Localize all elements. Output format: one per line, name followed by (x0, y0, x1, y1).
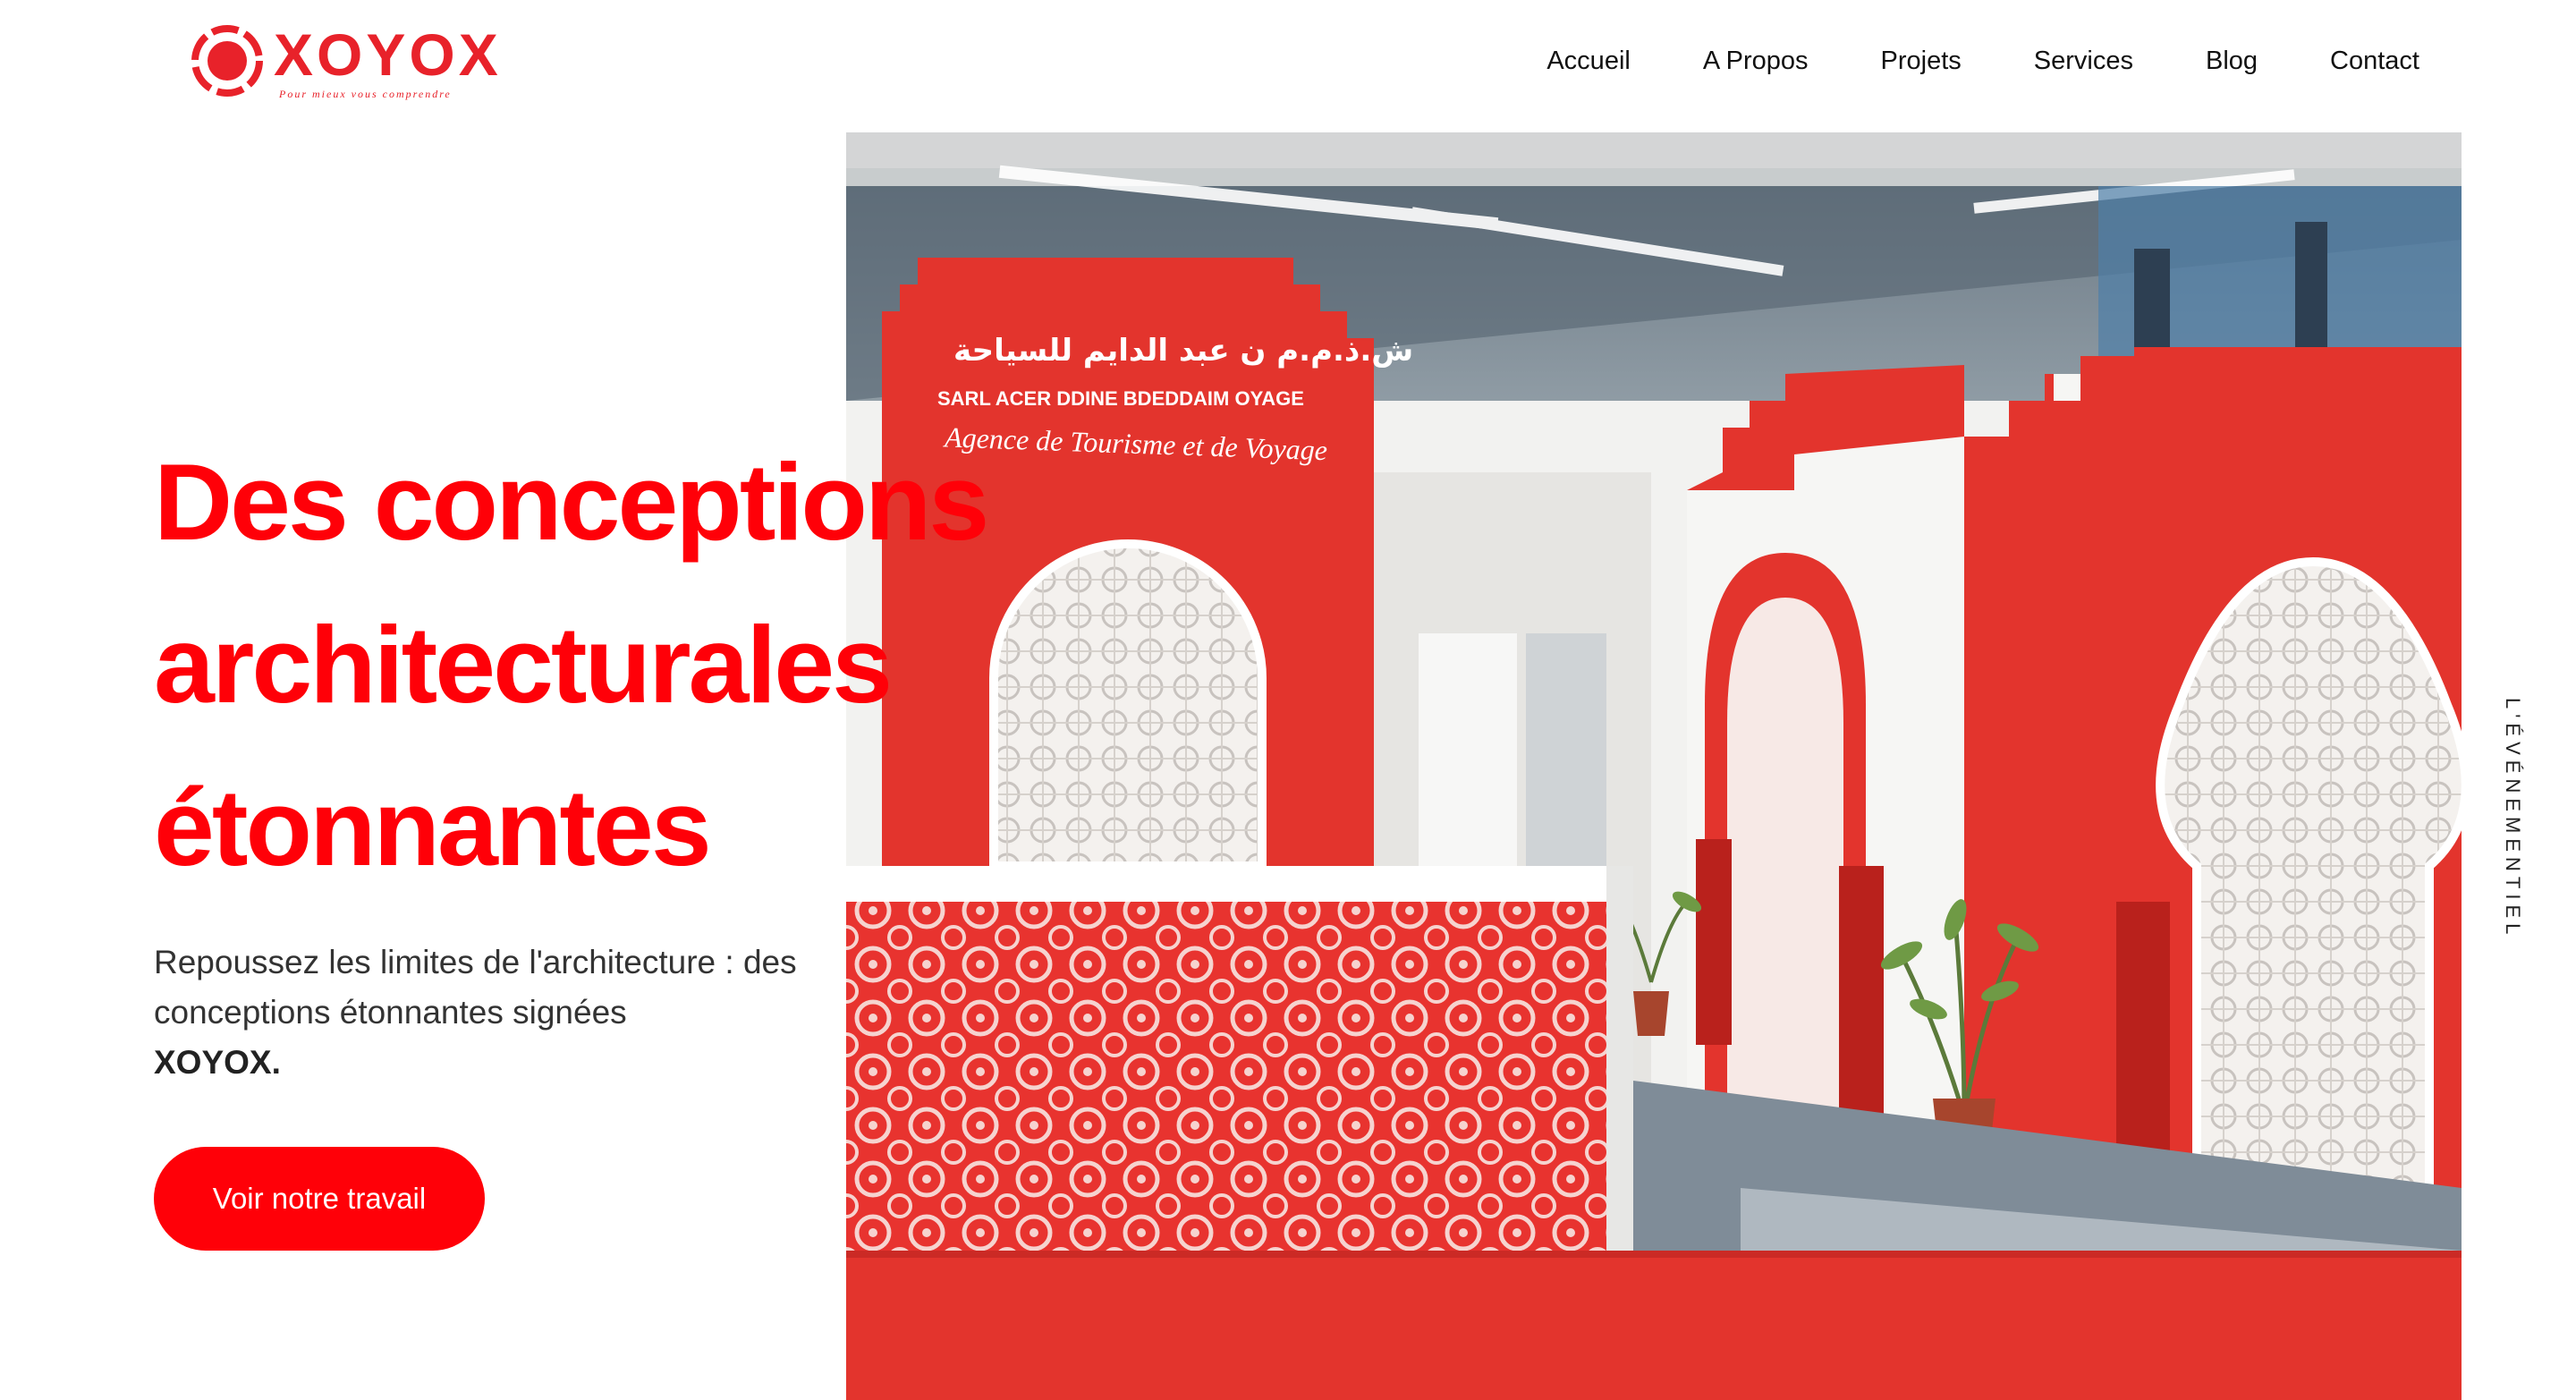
page: XOYOX Pour mieux vous comprendre Accueil… (0, 0, 2576, 1400)
nav-accueil[interactable]: Accueil (1546, 39, 1631, 83)
side-vertical-label: L'ÉVÉNEMENTIEL (2502, 698, 2524, 940)
main-nav: Accueil A Propos Projets Services Blog C… (1474, 39, 2419, 83)
nav-a-propos[interactable]: A Propos (1703, 39, 1809, 83)
nav-projets[interactable]: Projets (1881, 39, 1962, 83)
hero-title-line-1: Des conceptions (154, 441, 989, 563)
hero-subtitle: Repoussez les limites de l'architecture … (154, 938, 834, 1088)
nav-blog[interactable]: Blog (2206, 39, 2258, 83)
hero-title-line-3: étonnantes (154, 767, 712, 888)
hero-subtitle-text: Repoussez les limites de l'architecture … (154, 944, 797, 1031)
sign-arabic-text: ش.ذ.م.م ن عبد الدايم للسياحة (953, 333, 1413, 369)
logo-tagline: Pour mieux vous comprendre (279, 88, 452, 100)
sign-line1-text: SARL ACER DDINE BDEDDAIM OYAGE (937, 387, 1304, 410)
hero-photo: ش.ذ.م.م ن عبد الدايم للسياحة SARL ACER D… (846, 132, 2462, 1400)
logo-link[interactable]: XOYOX Pour mieux vous comprendre (190, 20, 498, 100)
nav-services[interactable]: Services (2034, 39, 2133, 83)
logo-mark-icon (191, 25, 263, 97)
view-work-button[interactable]: Voir notre travail (154, 1147, 485, 1251)
exhibition-stand-image: ش.ذ.م.م ن عبد الدايم للسياحة SARL ACER D… (846, 132, 2462, 1400)
hero-title: Des conceptions architecturales étonnant… (154, 420, 989, 909)
hero-title-line-2: architecturales (154, 604, 893, 725)
logo-wordmark: XOYOX (274, 21, 502, 88)
nav-contact[interactable]: Contact (2330, 39, 2419, 83)
hero-subtitle-brand: XOYOX. (154, 1044, 281, 1081)
